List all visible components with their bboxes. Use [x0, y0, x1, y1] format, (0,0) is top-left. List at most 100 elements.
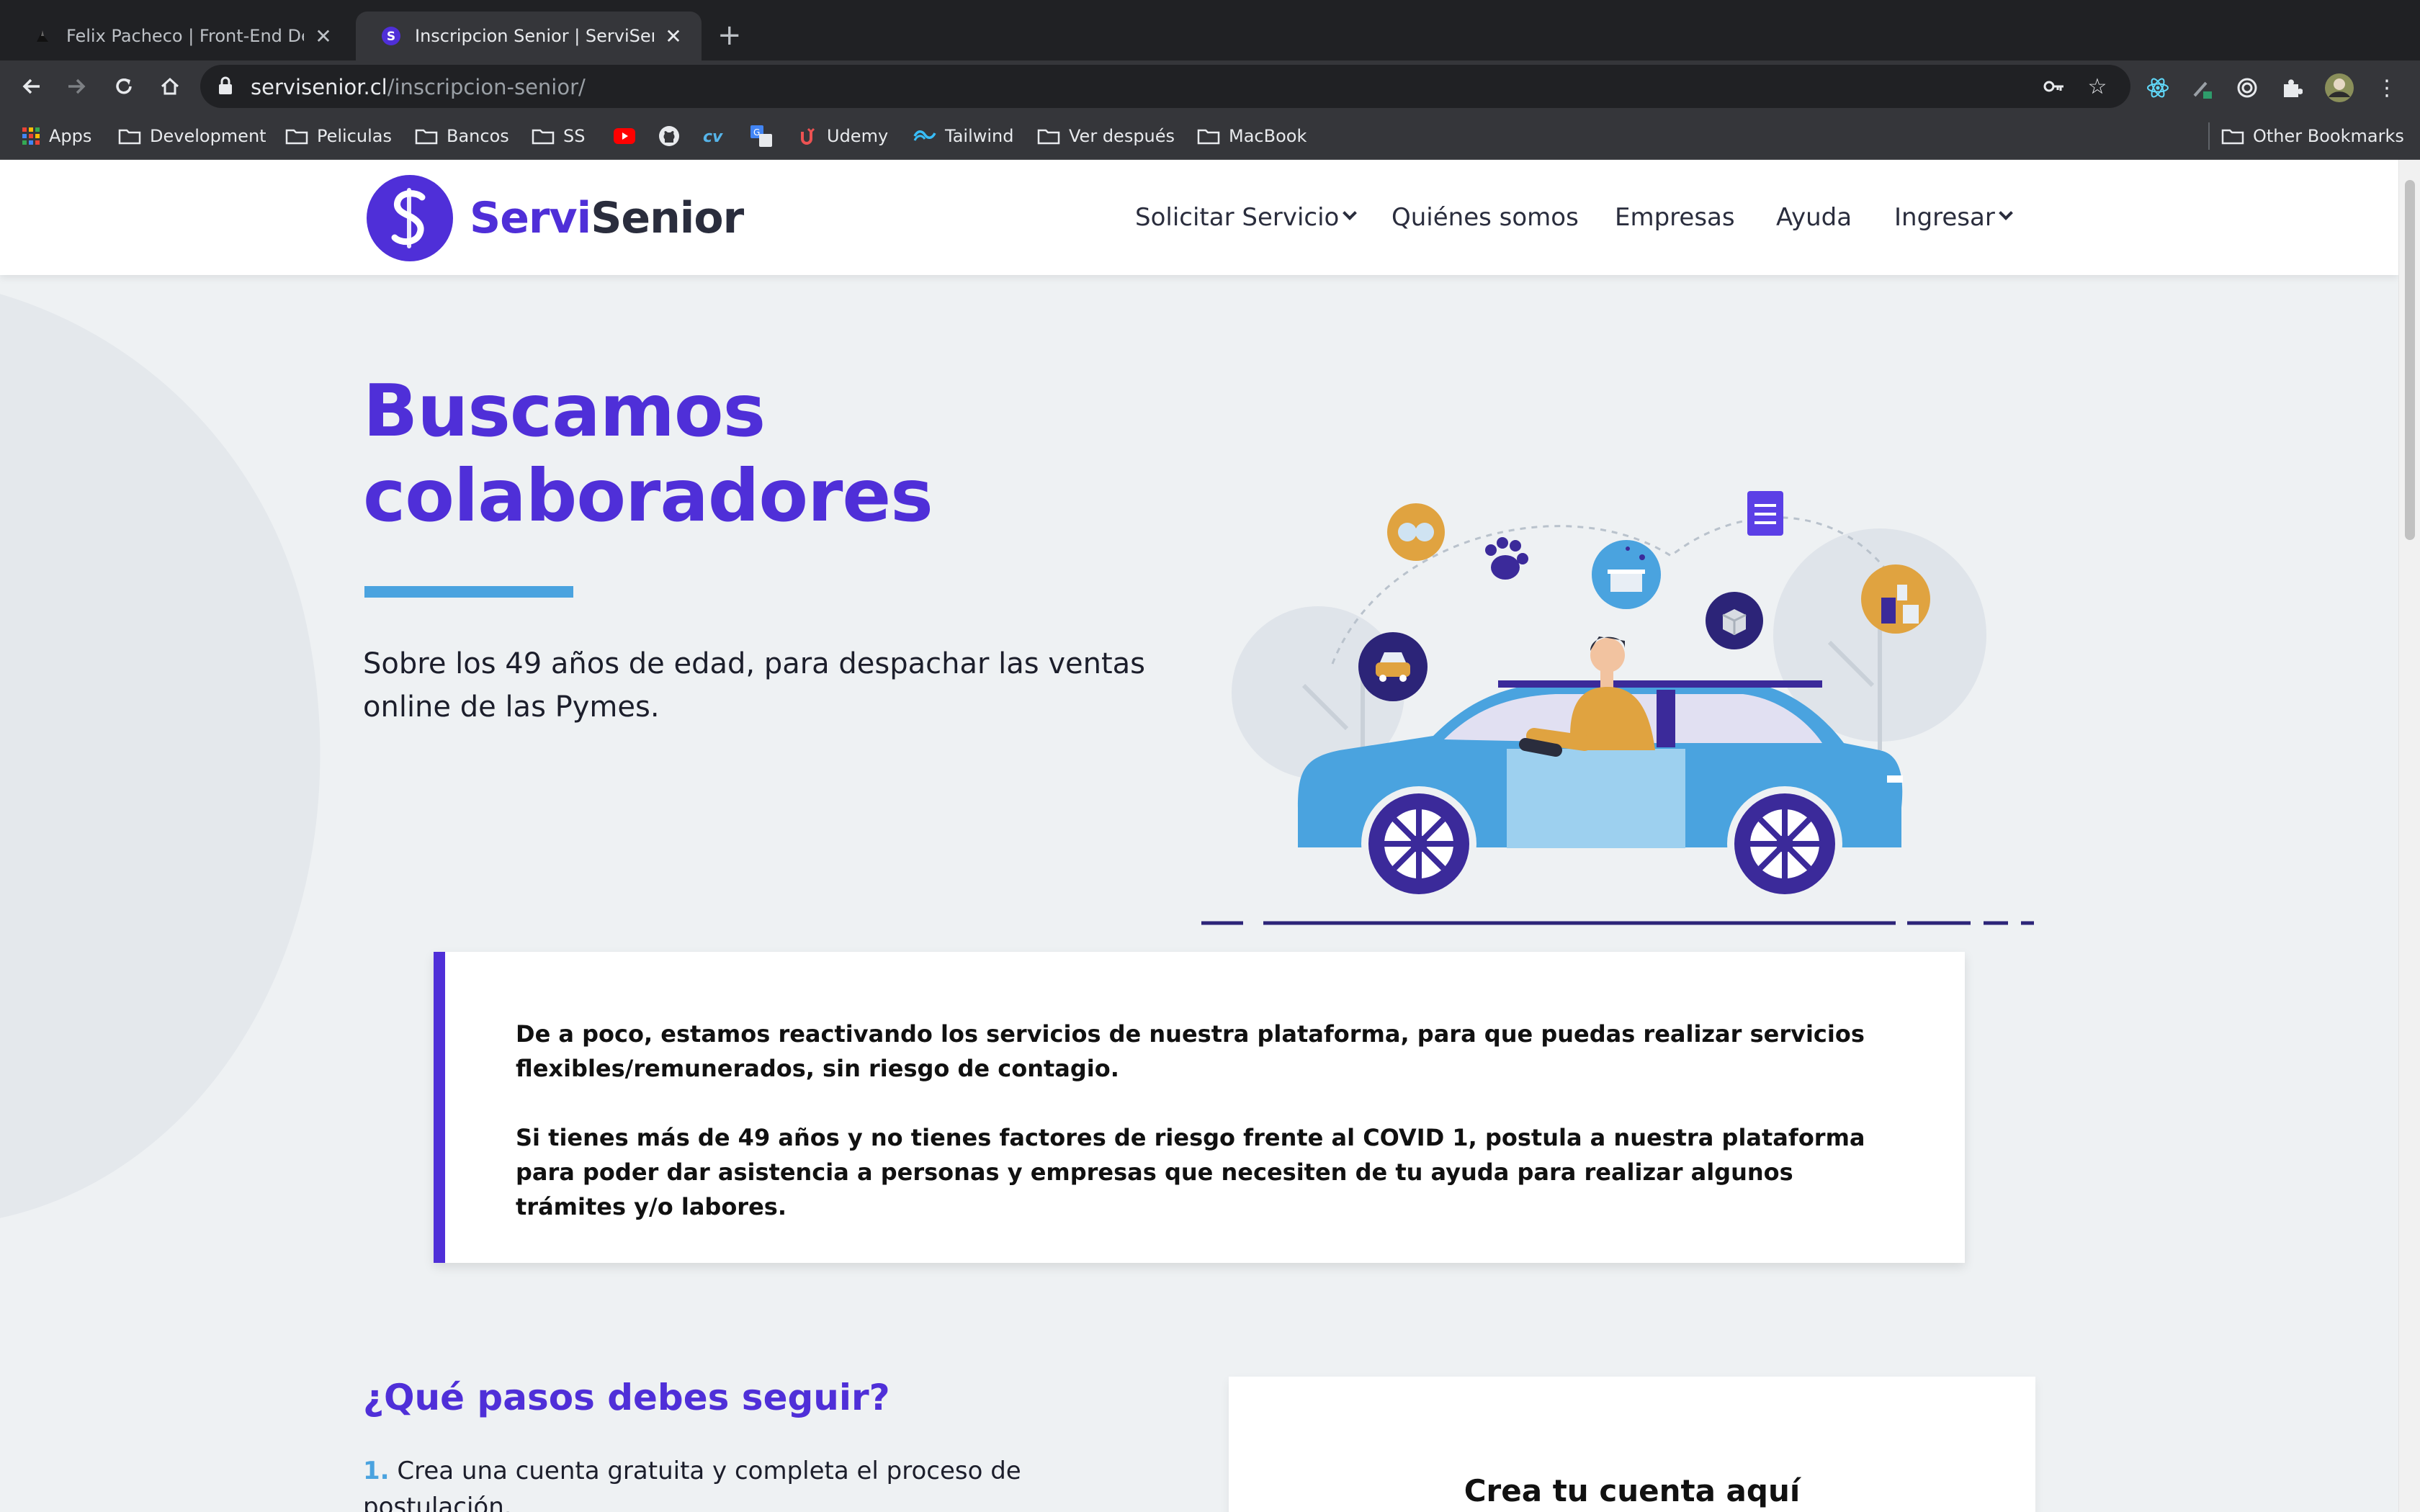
url-path: /inscripcion-senior/: [387, 75, 586, 99]
nav-label: Ayuda: [1776, 203, 1852, 232]
key-icon[interactable]: [2040, 72, 2069, 101]
nav-label: Quiénes somos: [1392, 203, 1579, 232]
signup-card: Crea tu cuenta aquí: [1229, 1377, 2035, 1512]
bookmark-udemy[interactable]: Udemy: [798, 112, 888, 160]
close-tab-icon[interactable]: ✕: [663, 24, 684, 48]
folder-icon: [285, 127, 308, 145]
folder-icon: [1037, 127, 1060, 145]
nav-label: Ingresar: [1894, 203, 1995, 232]
bookmark-label: MacBook: [1229, 126, 1307, 146]
scrollbar-thumb[interactable]: [2405, 180, 2415, 540]
address-bar[interactable]: servisenior.cl/inscripcion-senior/ ☆: [200, 65, 2130, 108]
lock-icon: [218, 76, 233, 98]
bookmark-label: SS: [563, 126, 586, 146]
front-wheel: [1361, 786, 1476, 901]
bookmark-translate[interactable]: G: [750, 112, 781, 160]
cleaning-icon: [1861, 564, 1930, 634]
tab-felix[interactable]: Felix Pacheco | Front-End Developer ✕: [7, 12, 351, 60]
bookmark-bancos[interactable]: Bancos: [415, 112, 509, 160]
notice-card: De a poco, estamos reactivando los servi…: [434, 952, 1965, 1263]
reload-icon[interactable]: [107, 69, 141, 104]
logo-part2: Senior: [591, 193, 744, 243]
car-pillar: [1657, 690, 1675, 747]
chevron-down-icon: [1998, 206, 2013, 220]
driver-head: [1590, 638, 1625, 672]
masks-icon: [1387, 503, 1445, 561]
step-number: 1.: [363, 1457, 390, 1485]
eyedropper-icon[interactable]: [2187, 72, 2218, 104]
tab-title: Felix Pacheco | Front-End Developer: [66, 26, 304, 46]
cv-icon: cv: [703, 127, 726, 145]
bookmark-github[interactable]: [658, 112, 689, 160]
target-icon[interactable]: [2231, 72, 2263, 104]
bookmark-label: Bancos: [447, 126, 509, 146]
profile-avatar[interactable]: [2323, 72, 2355, 104]
nav-ayuda[interactable]: Ayuda: [1776, 196, 1852, 239]
tab-servisenior[interactable]: S Inscripcion Senior | ServiSenior ✕: [356, 12, 702, 60]
logo-wordmark: ServiSenior: [470, 193, 744, 243]
new-tab-icon[interactable]: +: [717, 19, 742, 52]
step-text: Crea una cuenta gratuita y completa el p…: [363, 1457, 1021, 1512]
nav-empresas[interactable]: Empresas: [1615, 196, 1735, 239]
react-devtools-icon[interactable]: [2142, 72, 2174, 104]
servisenior-favicon-icon: S: [380, 25, 402, 47]
hero-illustration: [1201, 491, 2034, 925]
close-tab-icon[interactable]: ✕: [313, 24, 334, 48]
bookmark-label: Development: [150, 126, 266, 146]
signup-title: Crea tu cuenta aquí: [1464, 1473, 1801, 1508]
nav-ingresar[interactable]: Ingresar: [1894, 196, 2013, 239]
bookmark-cv[interactable]: cv: [703, 112, 735, 160]
hero-accent-bar: [364, 586, 573, 598]
nav-label: Empresas: [1615, 203, 1735, 232]
nav-solicitar-servicio[interactable]: Solicitar Servicio: [1135, 196, 1358, 239]
bookmark-star-icon[interactable]: ☆: [2083, 72, 2112, 101]
site-header: ServiSenior Solicitar Servicio Quiénes s…: [0, 160, 2398, 275]
hero-title-line2: colaboradores: [363, 454, 933, 538]
back-icon[interactable]: [14, 69, 49, 104]
extensions-puzzle-icon[interactable]: [2276, 72, 2308, 104]
logo-part1: Servi: [470, 193, 591, 243]
page-scrollbar[interactable]: [2398, 160, 2420, 1512]
bookmark-ver-despues[interactable]: Ver después: [1037, 112, 1175, 160]
bookmark-apps[interactable]: Apps: [22, 112, 91, 160]
notice-paragraph: De a poco, estamos reactivando los servi…: [516, 1020, 1865, 1082]
tab-favicon-icon: [32, 25, 53, 47]
cooking-pot-icon: [1592, 540, 1661, 609]
svg-text:cv: cv: [703, 128, 723, 145]
step-item: 1. Crea una cuenta gratuita y completa e…: [363, 1453, 1083, 1512]
page-viewport: ServiSenior Solicitar Servicio Quiénes s…: [0, 160, 2398, 1512]
bookmark-tailwind[interactable]: Tailwind: [913, 112, 1013, 160]
bookmark-ss[interactable]: SS: [532, 112, 585, 160]
hero-title: Buscamos colaboradores: [363, 369, 933, 539]
svg-text:S: S: [387, 30, 395, 44]
browser-window: Felix Pacheco | Front-End Developer ✕ S …: [0, 0, 2420, 1512]
bookmark-label: Ver después: [1069, 126, 1175, 146]
bookmark-youtube[interactable]: [614, 112, 644, 160]
svg-text:G: G: [753, 127, 760, 138]
bookmark-peliculas[interactable]: Peliculas: [285, 112, 392, 160]
servisenior-logo-icon: [367, 175, 453, 261]
notice-paragraph: Si tienes más de 49 años y no tienes fac…: [516, 1124, 1865, 1220]
bookmark-macbook[interactable]: MacBook: [1197, 112, 1307, 160]
udemy-icon: [798, 126, 818, 146]
package-icon: [1706, 592, 1763, 649]
car-door-open: [1507, 749, 1685, 848]
bookmark-label: Other Bookmarks: [2253, 126, 2404, 146]
folder-icon: [118, 127, 141, 145]
bookmark-development[interactable]: Development: [118, 112, 266, 160]
forward-icon[interactable]: [59, 69, 94, 104]
tab-title: Inscripcion Senior | ServiSenior: [415, 26, 654, 46]
servisenior-logo[interactable]: ServiSenior: [366, 174, 744, 262]
url-host: servisenior.cl: [251, 75, 387, 99]
youtube-icon: [614, 128, 635, 144]
nav-quienes-somos[interactable]: Quiénes somos: [1392, 196, 1579, 239]
document-icon: [1747, 491, 1783, 536]
bookmark-other[interactable]: Other Bookmarks: [2221, 112, 2404, 160]
chevron-down-icon: [1343, 206, 1358, 220]
bookmark-label: Peliculas: [317, 126, 393, 146]
translate-icon: G: [750, 125, 772, 147]
folder-icon: [532, 127, 555, 145]
car-mirror: [1519, 738, 1562, 757]
menu-kebab-icon[interactable]: ⋮: [2371, 72, 2403, 104]
home-icon[interactable]: [153, 69, 187, 104]
